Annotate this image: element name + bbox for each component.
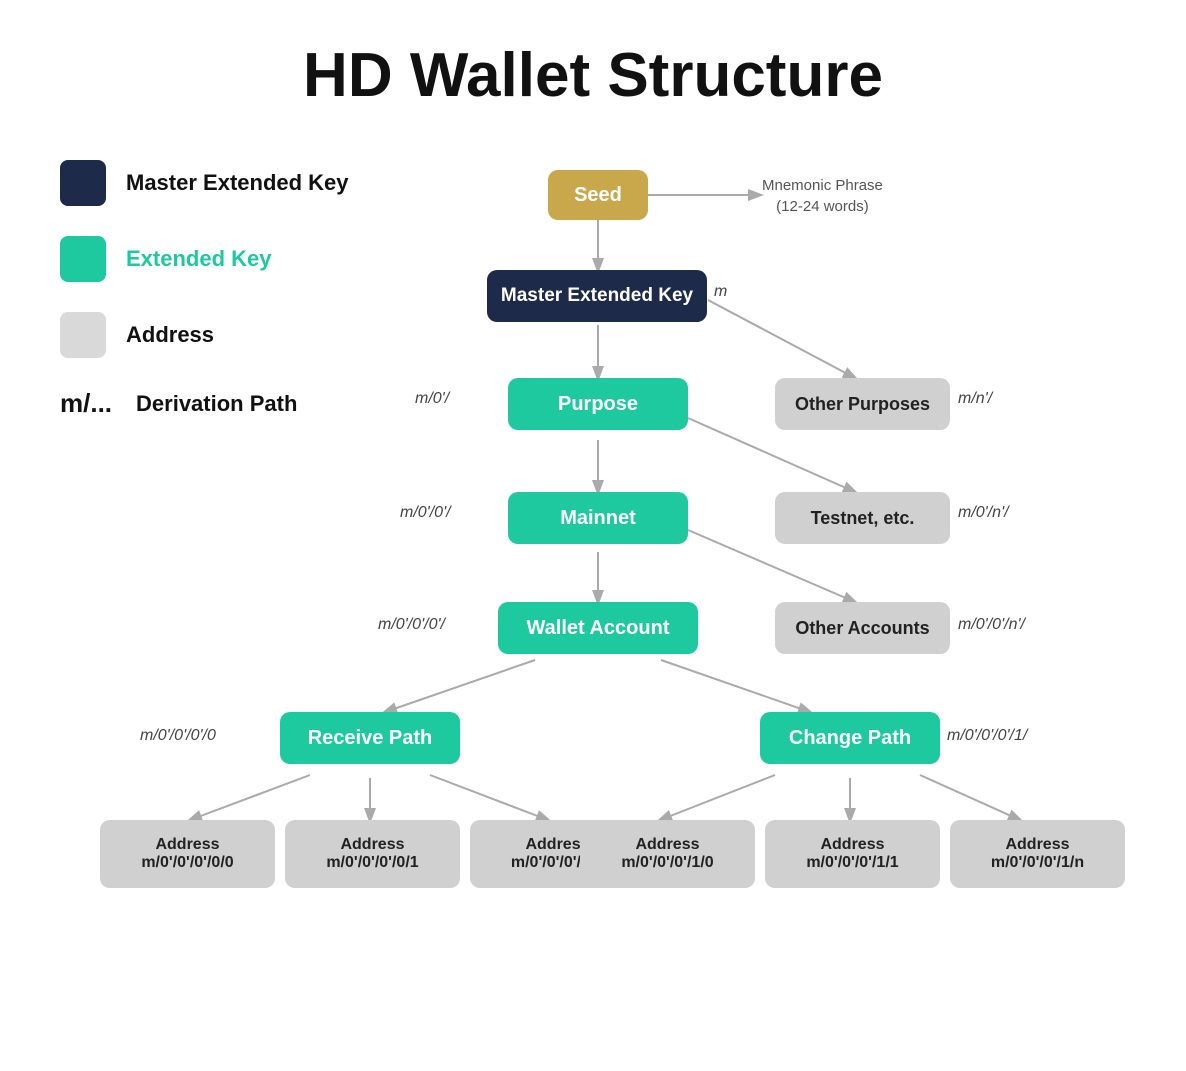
mainnet-path-label: m/0'/0'/ [400,504,451,522]
other-accounts-node: Other Accounts [775,602,950,654]
purpose-path-label: m/0'/ [415,390,449,408]
other-purposes-path-label: m/n'/ [958,390,992,408]
addr2-node: Addressm/0'/0'/0'/0/1 [285,820,460,888]
seed-node: Seed [548,170,648,220]
other-accounts-path-label: m/0'/0'/n'/ [958,616,1025,634]
wallet-account-node: Wallet Account [498,602,698,654]
addr6-node: Addressm/0'/0'/0'/1/n [950,820,1125,888]
other-purposes-node: Other Purposes [775,378,950,430]
testnet-path-label: m/0'/n'/ [958,504,1009,522]
diagram: Seed Mnemonic Phrase(12-24 words) Master… [0,140,1186,1040]
addr4-node: Addressm/0'/0'/0'/1/0 [580,820,755,888]
purpose-node: Purpose [508,378,688,430]
change-path-path-label: m/0'/0'/0'/1/ [947,727,1027,745]
master-path-label: m [714,283,727,301]
receive-path-node: Receive Path [280,712,460,764]
addr1-node: Addressm/0'/0'/0'/0/0 [100,820,275,888]
master-node: Master Extended Key [487,270,707,322]
mnemonic-label: Mnemonic Phrase(12-24 words) [762,175,883,217]
testnet-node: Testnet, etc. [775,492,950,544]
page-title: HD Wallet Structure [0,0,1186,141]
wallet-account-path-label: m/0'/0'/0'/ [378,616,445,634]
receive-path-path-label: m/0'/0'/0'/0 [140,727,216,745]
addr5-node: Addressm/0'/0'/0'/1/1 [765,820,940,888]
change-path-node: Change Path [760,712,940,764]
mainnet-node: Mainnet [508,492,688,544]
